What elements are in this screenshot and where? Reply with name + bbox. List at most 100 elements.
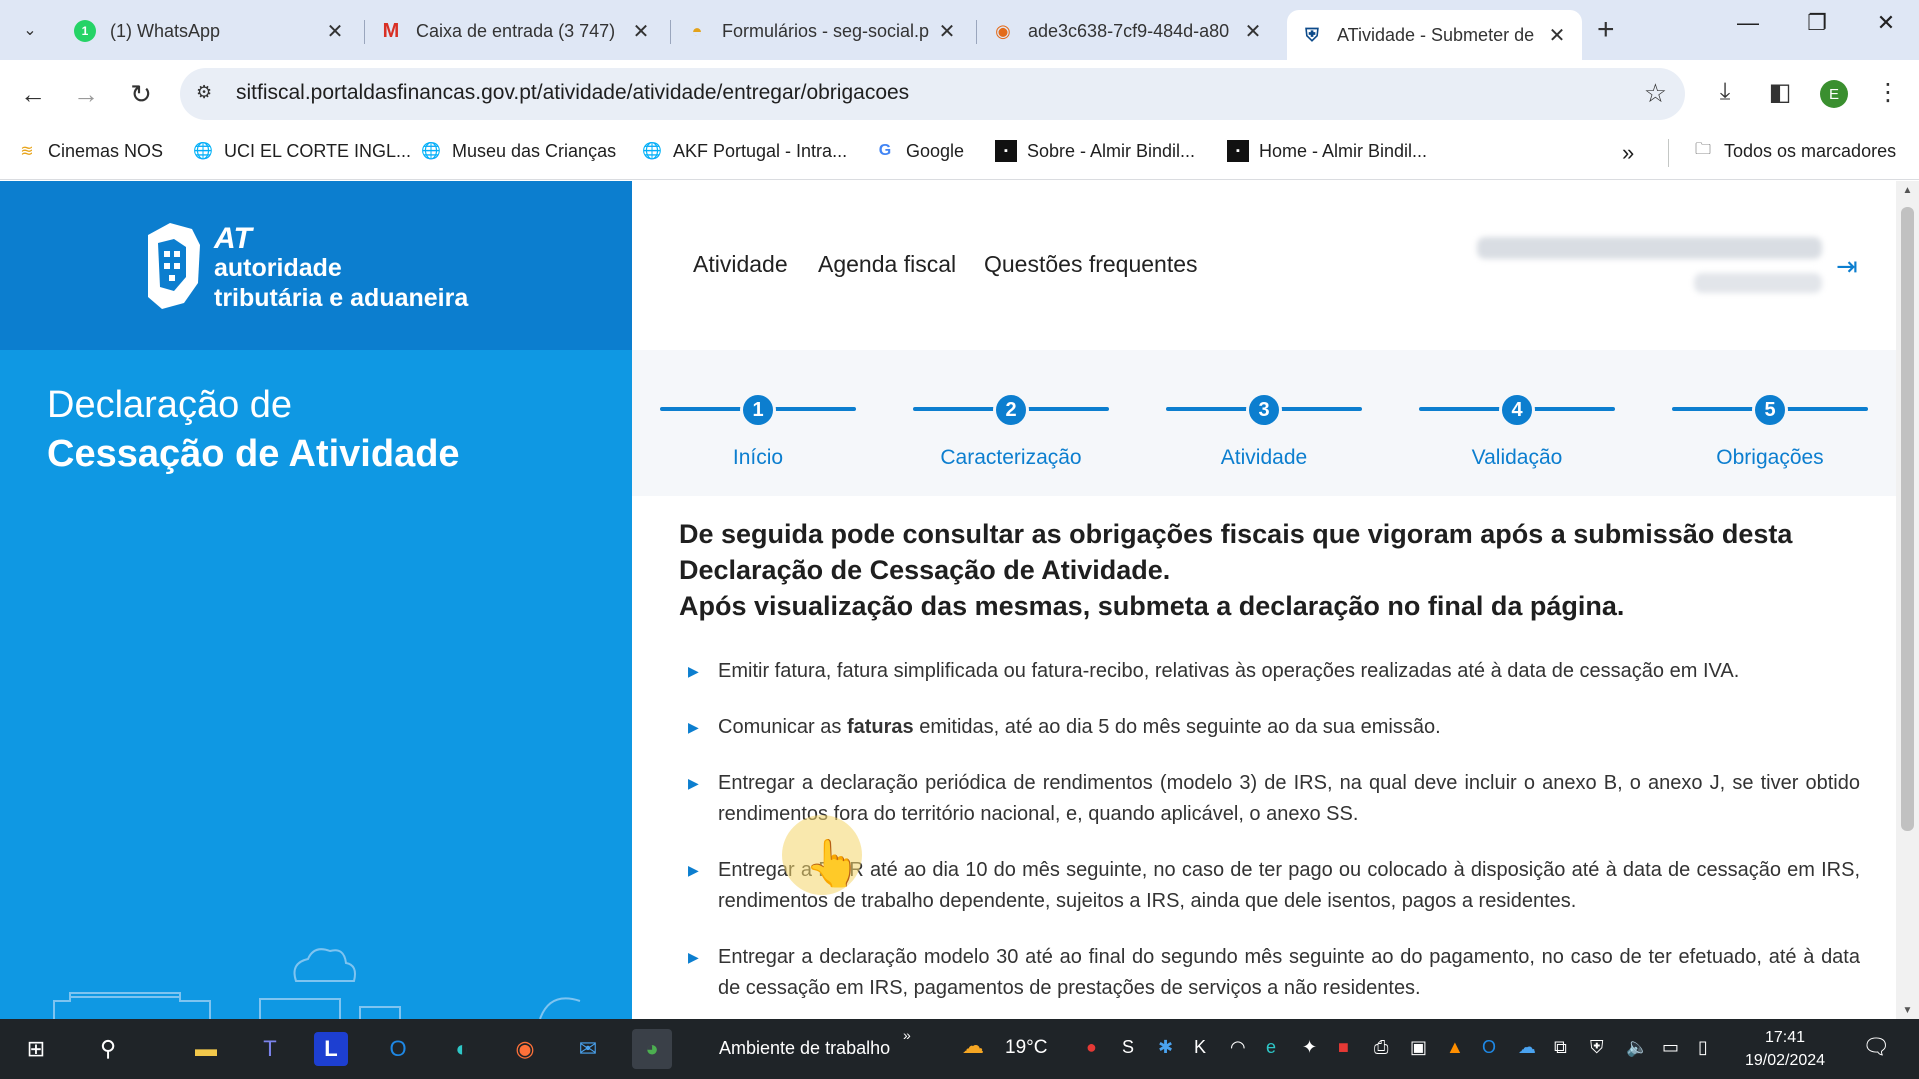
teams-button[interactable]: T [250, 1029, 290, 1069]
file-explorer-button[interactable]: ▬ [186, 1029, 226, 1069]
step-obrigacoes[interactable]: 5 Obrigações [1672, 384, 1868, 484]
close-icon[interactable]: ✕ [324, 19, 346, 44]
logout-icon[interactable]: ⇥ [1836, 251, 1858, 282]
address-bar[interactable]: ⚙ sitfiscal.portaldasfinancas.gov.pt/ati… [180, 68, 1685, 120]
chevron-up-icon[interactable]: » [903, 1027, 911, 1043]
back-button[interactable]: ← [17, 78, 49, 110]
page-content: AT autoridade tributária e aduaneira Dec… [0, 181, 1919, 1019]
all-bookmarks-button[interactable]: 🗀 Todos os marcadores [1692, 140, 1896, 162]
step-validacao[interactable]: 4 Validação [1419, 384, 1615, 484]
printer-icon[interactable]: ⎙ [1374, 1037, 1388, 1058]
menu-button[interactable]: ⋮ [1872, 78, 1904, 107]
forward-button[interactable]: → [70, 78, 102, 110]
tray-orange-icon[interactable]: ▲ [1446, 1037, 1464, 1058]
bookmark-sobre[interactable]: ▪ Sobre - Almir Bindil... [995, 140, 1195, 162]
outlook-button[interactable]: O [378, 1029, 418, 1069]
tab-atividade[interactable]: ⛨ ATividade - Submeter de ✕ [1287, 10, 1582, 60]
app-l-button[interactable]: L [314, 1032, 348, 1066]
triangle-right-icon: ▶ [688, 862, 699, 878]
scroll-thumb[interactable] [1901, 207, 1914, 831]
nav-questoes-frequentes[interactable]: Questões frequentes [984, 251, 1198, 278]
nav-atividade[interactable]: Atividade [693, 251, 788, 278]
profile-avatar[interactable]: E [1820, 80, 1848, 108]
tray-window-icon[interactable]: ⧉ [1554, 1037, 1567, 1058]
downloads-button[interactable]: ⤓ [1709, 78, 1741, 106]
minimize-button[interactable]: — [1728, 10, 1768, 36]
obligations-content: De seguida pode consultar as obrigações … [632, 496, 1896, 1019]
tray-device-icon[interactable]: ▣ [1410, 1037, 1427, 1058]
close-icon[interactable]: ✕ [936, 19, 958, 44]
tab-whatsapp[interactable]: 1 (1) WhatsApp ✕ [60, 10, 360, 52]
tray-k-icon[interactable]: K [1194, 1037, 1206, 1058]
step-atividade[interactable]: 3 Atividade [1166, 384, 1362, 484]
at-logo-text[interactable]: AT autoridade tributária e aduaneira [214, 224, 468, 313]
search-button[interactable]: ⚲ [88, 1029, 128, 1069]
bookmark-akf[interactable]: 🌐 AKF Portugal - Intra... [641, 140, 847, 162]
page-icon: ▪ [1227, 140, 1249, 162]
mail-button[interactable]: ✉ [568, 1029, 608, 1069]
edge-button[interactable]: ◐ [442, 1029, 482, 1069]
volume-icon[interactable]: 🔈 [1626, 1037, 1648, 1058]
dropbox-icon[interactable]: ✦ [1302, 1037, 1317, 1058]
url-text: sitfiscal.portaldasfinancas.gov.pt/ativi… [236, 81, 910, 104]
notifications-icon[interactable]: 🗨 [1862, 1034, 1890, 1060]
new-tab-button[interactable]: + [1597, 14, 1615, 46]
page-scrollbar[interactable]: ▲ ▼ [1896, 181, 1919, 1019]
scroll-down-icon[interactable]: ▼ [1901, 1005, 1914, 1016]
close-icon[interactable]: ✕ [1546, 23, 1568, 48]
gmail-icon: M [382, 19, 400, 42]
wifi-icon[interactable]: ◠ [1230, 1037, 1246, 1058]
outlook-tray-icon[interactable]: O [1482, 1037, 1496, 1058]
at-logo-icon[interactable] [140, 217, 206, 313]
close-icon: ✕ [1876, 10, 1896, 35]
tab-gmail[interactable]: M Caixa de entrada (3 747) ✕ [366, 10, 666, 52]
onedrive-icon[interactable]: ☁ [1518, 1037, 1536, 1058]
site-info-icon[interactable]: ⚙ [196, 82, 220, 106]
side-panel-button[interactable]: ◧ [1764, 78, 1796, 107]
skype-icon[interactable]: S [1122, 1037, 1134, 1058]
scroll-up-icon[interactable]: ▲ [1901, 185, 1914, 196]
step-inicio[interactable]: 1 Início [660, 384, 856, 484]
hand-cursor-icon: 👆 [804, 837, 862, 889]
chevron-double-right-icon: » [1622, 140, 1635, 165]
bookmark-google[interactable]: G Google [874, 140, 964, 162]
workspace-label[interactable]: Ambiente de trabalho [719, 1038, 890, 1059]
edge-tray-icon[interactable]: e [1266, 1037, 1276, 1058]
pen-icon[interactable]: ▯ [1698, 1037, 1708, 1058]
firefox-button[interactable]: ◉ [505, 1029, 545, 1069]
bookmark-star-icon[interactable]: ☆ [1644, 78, 1667, 109]
reload-icon: ↻ [130, 79, 152, 109]
bookmark-home[interactable]: ▪ Home - Almir Bindil... [1227, 140, 1427, 162]
close-window-button[interactable]: ✕ [1866, 10, 1906, 36]
bookmarks-bar: ≋ Cinemas NOS 🌐 UCI EL CORTE INGL... 🌐 Muse… [0, 128, 1919, 180]
tray-app-icon[interactable]: ● [1086, 1037, 1097, 1058]
close-icon[interactable]: ✕ [630, 19, 652, 44]
download-icon: ⤓ [1719, 78, 1731, 105]
globe-icon: 🌐 [642, 143, 662, 160]
tab-seg-social[interactable]: ◓ Formulários - seg-social.p ✕ [672, 10, 972, 52]
battery-icon[interactable]: ▭ [1662, 1037, 1679, 1058]
bookmark-cinemas-nos[interactable]: ≋ Cinemas NOS [16, 140, 163, 162]
system-clock[interactable]: 17:41 19/02/2024 [1735, 1026, 1835, 1072]
tab-file[interactable]: ◉ ade3c638-7cf9-484d-a80 ✕ [978, 10, 1278, 52]
shield-icon[interactable]: ⛨ [1590, 1037, 1604, 1058]
triangle-right-icon: ▶ [688, 663, 699, 679]
windows-start-button[interactable]: ⊞ [16, 1029, 56, 1069]
browser-toolbar: ← → ↻ ⚙ sitfiscal.portaldasfinancas.gov.… [0, 60, 1919, 128]
temperature[interactable]: 19°C [1005, 1037, 1047, 1059]
restore-button[interactable]: ❐ [1797, 10, 1837, 36]
tray-red-icon[interactable]: ■ [1338, 1037, 1349, 1058]
bluetooth-icon[interactable]: ✱ [1158, 1037, 1173, 1058]
reload-button[interactable]: ↻ [125, 78, 157, 110]
weather-icon[interactable]: ☁ [962, 1033, 984, 1059]
step-caracterizacao[interactable]: 2 Caracterização [913, 384, 1109, 484]
bookmark-uci[interactable]: 🌐 UCI EL CORTE INGL... [192, 140, 411, 162]
close-icon[interactable]: ✕ [1242, 19, 1264, 44]
bookmark-museu[interactable]: 🌐 Museu das Crianças [420, 140, 616, 162]
chrome-button[interactable]: ◕ [632, 1029, 672, 1069]
list-item: ▶ Entregar a DMR até ao dia 10 do mês seg… [688, 855, 1860, 917]
tab-search-button[interactable]: ⌄ [12, 12, 48, 48]
more-bookmarks-button[interactable]: » [1622, 140, 1634, 166]
folder-icon: 🗀 [1694, 140, 1711, 158]
nav-agenda-fiscal[interactable]: Agenda fiscal [818, 251, 956, 278]
